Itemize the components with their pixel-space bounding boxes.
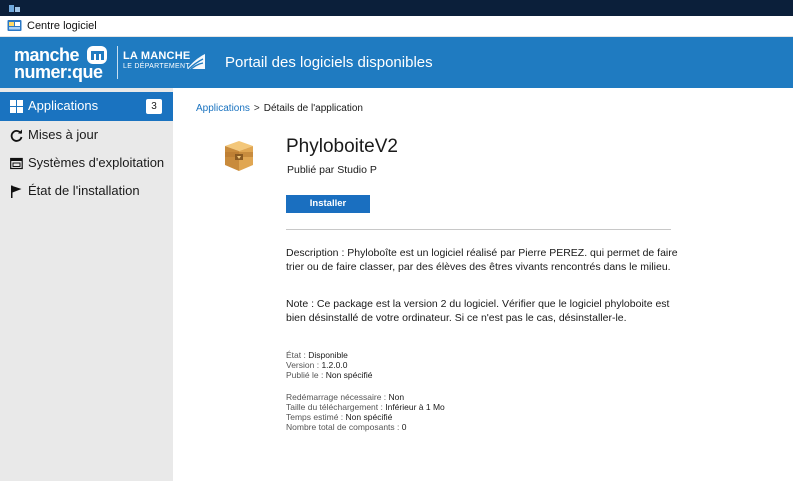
meta-label: Temps estimé : [286, 412, 346, 422]
department-sail-icon [187, 54, 205, 70]
portal-title: Portail des logiciels disponibles [225, 54, 433, 71]
portal-banner: manche numer:que LA MANCHE LE DÉPARTEMEN… [0, 37, 793, 88]
top-strip [0, 0, 793, 16]
breadcrumb-separator: > [253, 103, 260, 114]
window-title: Centre logiciel [27, 20, 97, 32]
meta-value: Disponible [308, 350, 348, 360]
banner-separator [117, 46, 118, 79]
meta-components: Nombre total de composants : 0 [286, 422, 407, 433]
breadcrumb-current: Détails de l'application [263, 103, 363, 114]
app-title: PhyloboiteV2 [286, 136, 398, 157]
sidebar-item-applications[interactable]: Applications 3 [0, 92, 173, 121]
window-titlebar: Centre logiciel [0, 16, 793, 37]
window-icon [10, 157, 23, 170]
software-center-icon [7, 20, 22, 31]
sidebar-item-label: État de l'installation [28, 183, 140, 198]
breadcrumb: Applications > Détails de l'application [196, 103, 363, 114]
app-description: Description : Phyloboîte est un logiciel… [286, 247, 678, 273]
meta-published: Publié le : Non spécifié [286, 370, 373, 381]
sidebar-item-installation-status[interactable]: État de l'installation [0, 177, 173, 206]
manche-numerique-logo: manche numer:que [14, 45, 111, 82]
department-logo: LA MANCHE LE DÉPARTEMENT [123, 50, 213, 76]
brand-mark-icon [87, 46, 107, 64]
meta-label: Version : [286, 360, 322, 370]
app-publisher: Publié par Studio P [287, 164, 377, 176]
grid-icon [10, 100, 23, 113]
section-divider [286, 229, 671, 230]
app-glyph-icon [9, 5, 20, 12]
meta-label: Publié le : [286, 370, 326, 380]
department-name: LA MANCHE [123, 50, 191, 62]
meta-value: Non spécifié [345, 412, 393, 422]
meta-value: 1.2.0.0 [321, 360, 348, 370]
install-button[interactable]: Installer [286, 195, 370, 213]
meta-label: Nombre total de composants : [286, 422, 402, 432]
applications-count-badge: 3 [146, 99, 162, 114]
sidebar: Applications 3 Mises à jour Systèmes d'e… [0, 88, 173, 481]
breadcrumb-applications-link[interactable]: Applications [196, 103, 250, 114]
sidebar-item-updates[interactable]: Mises à jour [0, 121, 173, 150]
meta-value: Non [388, 392, 405, 402]
meta-label: Taille du téléchargement : [286, 402, 386, 412]
meta-label: État : [286, 350, 309, 360]
meta-label: Redémarrage nécessaire : [286, 392, 389, 402]
sidebar-item-label: Systèmes d'exploitation [28, 155, 165, 170]
sidebar-item-operating-systems[interactable]: Systèmes d'exploitation [0, 149, 173, 178]
app-note: Note : Ce package est la version 2 du lo… [286, 298, 670, 324]
sidebar-item-label: Mises à jour [28, 127, 99, 142]
package-box-icon [225, 141, 253, 171]
sidebar-item-label: Applications [28, 98, 99, 113]
refresh-icon [10, 129, 23, 142]
meta-value: Inférieur à 1 Mo [385, 402, 445, 412]
meta-value: 0 [401, 422, 407, 432]
meta-value: Non spécifié [325, 370, 373, 380]
flag-icon [11, 185, 22, 198]
department-subtitle: LE DÉPARTEMENT [123, 63, 190, 70]
